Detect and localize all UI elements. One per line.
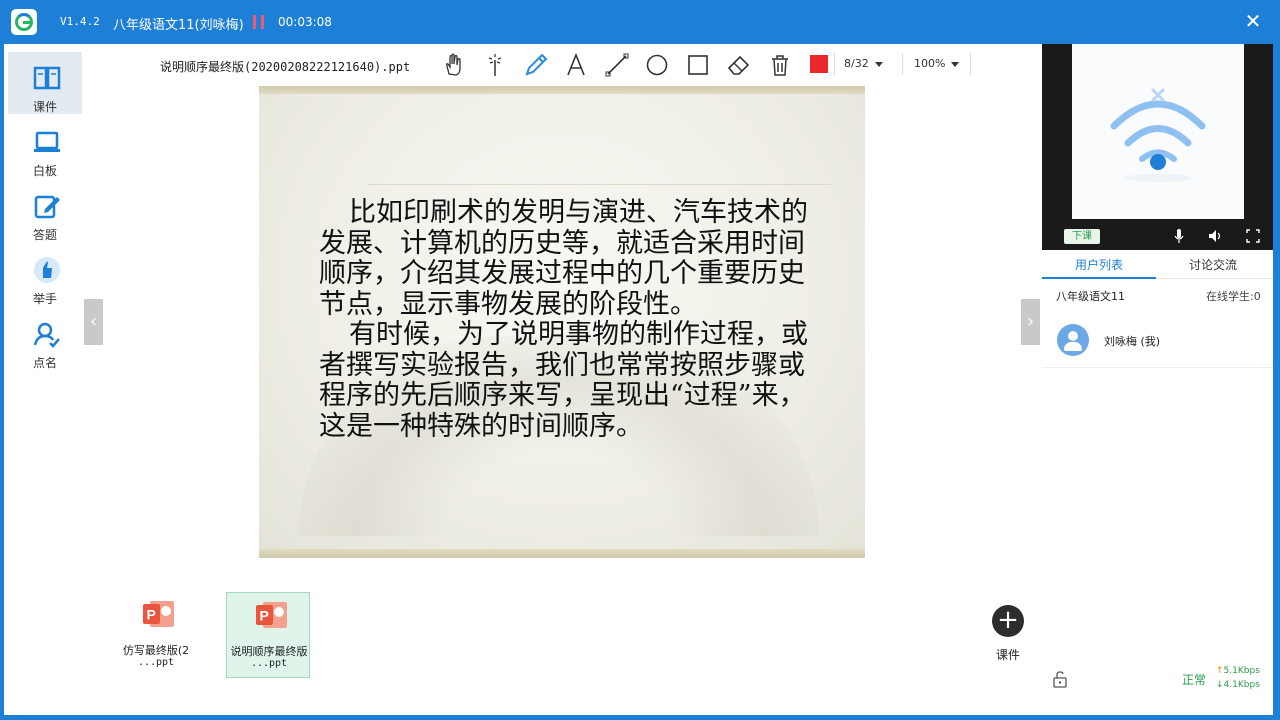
upload-speed: ↑5.1Kbps <box>1216 666 1260 676</box>
tab-user-list[interactable]: 用户列表 <box>1042 256 1156 278</box>
sidebar-item-raise-hand[interactable]: 举手 <box>8 244 82 306</box>
toolbar-divider <box>834 53 835 75</box>
slide-text: 比如印刷术的发明与演进、汽车技术的发展、计算机的历史等，就适合采用时间顺序，介绍… <box>319 197 819 442</box>
next-slide-button[interactable]: › <box>1021 299 1040 345</box>
line-icon[interactable] <box>604 52 630 78</box>
thumbnail-title: 说明顺序最终版 <box>230 645 308 658</box>
raise-hand-icon <box>34 257 60 283</box>
laptop-icon <box>34 131 60 152</box>
sidebar-item-label: 课件 <box>32 100 57 114</box>
page-indicator: 8/32 <box>844 57 869 70</box>
rectangle-icon[interactable] <box>685 52 711 78</box>
text-icon[interactable] <box>563 52 589 78</box>
sidebar-item-label: 举手 <box>32 292 57 306</box>
chevron-down-icon <box>951 61 960 67</box>
microphone-icon[interactable] <box>1172 228 1186 244</box>
courseware-thumbnail[interactable]: P 仿写最终版(2 ...ppt <box>114 592 198 678</box>
thumbnail-title: 仿写最终版(2 <box>122 644 190 657</box>
sidebar-item-label: 答题 <box>32 228 57 242</box>
download-arrow-icon: ↓ <box>1216 680 1224 690</box>
network-status: 正常 <box>1182 673 1207 687</box>
sidebar-item-quiz[interactable]: 答题 <box>8 180 82 242</box>
edit-icon <box>34 195 60 219</box>
toolbar-divider <box>902 53 903 75</box>
app-logo-icon <box>11 9 37 35</box>
plus-icon: + <box>997 605 1019 635</box>
trash-icon[interactable] <box>767 52 793 78</box>
sidebar-item-courseware[interactable]: 课件 <box>8 52 82 114</box>
user-name: 刘咏梅 (我) <box>1104 335 1161 348</box>
prev-slide-button[interactable]: ‹ <box>84 299 103 345</box>
sidebar-item-whiteboard[interactable]: 白板 <box>8 116 82 178</box>
sidebar-item-label: 点名 <box>32 356 57 370</box>
upload-speed-value: 5.1Kbps <box>1223 666 1260 676</box>
sidebar-item-roll-call[interactable]: 点名 <box>8 308 82 370</box>
pen-color-swatch[interactable] <box>810 55 828 73</box>
slide-paragraph: 比如印刷术的发明与演进、汽车技术的发展、计算机的历史等，就适合采用时间顺序，介绍… <box>319 197 808 320</box>
chevron-right-icon: › <box>1026 311 1035 332</box>
powerpoint-icon: P <box>143 601 174 627</box>
slide-paragraph: 有时候，为了说明事物的制作过程，或者撰写实验报告，我们也常常按照步骤或程序的先后… <box>319 319 808 442</box>
page-select[interactable]: 8/32 <box>844 57 883 70</box>
online-student-count: 在线学生:0 <box>1206 290 1261 303</box>
title-bar: V1.4.2 八年级语文11(刘咏梅) 00:03:08 ✕ <box>0 0 1280 44</box>
chevron-down-icon <box>874 61 883 67</box>
thumbnail-extension: ...ppt <box>250 658 288 669</box>
active-tab-indicator <box>1042 277 1156 279</box>
courseware-thumbnail[interactable]: P 说明顺序最终版 ...ppt <box>226 592 310 678</box>
chevron-left-icon: ‹ <box>89 311 98 332</box>
slide-rule <box>367 184 831 185</box>
sidebar-item-label: 白板 <box>32 164 57 178</box>
thumbnail-extension: ...ppt <box>137 657 175 668</box>
upload-arrow-icon: ↑ <box>1216 666 1224 676</box>
file-name: 说明顺序最终版(20200208222121640).ppt <box>160 60 411 74</box>
book-icon <box>33 66 61 90</box>
close-button[interactable]: ✕ <box>1240 8 1266 34</box>
left-sidebar: 课件 白板 答题 举手 点名 <box>4 44 84 715</box>
pen-icon[interactable] <box>523 52 549 78</box>
zoom-level: 100% <box>914 57 946 70</box>
main-area: 说明顺序最终版(20200208222121640).ppt 8/32 100% <box>84 44 1042 715</box>
toolbar-divider <box>970 53 971 75</box>
fullscreen-icon[interactable] <box>1246 228 1260 244</box>
no-signal-wifi-icon <box>1072 44 1244 219</box>
course-title: 八年级语文11(刘咏梅) <box>113 18 244 33</box>
add-courseware-button[interactable]: + <box>992 605 1024 637</box>
slide-top-band <box>259 86 865 94</box>
version-label: V1.4.2 <box>60 15 100 28</box>
end-class-button[interactable]: 下课 <box>1064 229 1100 244</box>
recording-pause-icon[interactable] <box>253 15 265 29</box>
svg-text:P: P <box>147 607 156 623</box>
class-timer: 00:03:08 <box>278 15 332 29</box>
right-panel: 用户列表 讨论交流 八年级语文11 在线学生:0 刘咏梅 (我) 正常 ↑5.1… <box>1042 250 1273 715</box>
unlock-icon[interactable] <box>1052 670 1068 688</box>
slide-bottom-band <box>259 549 865 558</box>
slide-canvas[interactable]: 比如印刷术的发明与演进、汽车技术的发展、计算机的历史等，就适合采用时间顺序，介绍… <box>259 86 865 558</box>
laser-pointer-icon[interactable] <box>482 52 508 78</box>
roll-call-icon <box>33 322 60 348</box>
download-speed-value: 4.1Kbps <box>1223 680 1260 690</box>
speaker-icon[interactable] <box>1208 228 1222 244</box>
powerpoint-icon: P <box>256 602 287 628</box>
class-name: 八年级语文11 <box>1056 290 1125 303</box>
eraser-icon[interactable] <box>726 52 752 78</box>
svg-text:P: P <box>260 608 269 624</box>
tab-discussion[interactable]: 讨论交流 <box>1156 256 1270 278</box>
circle-icon[interactable] <box>644 52 670 78</box>
hand-icon[interactable] <box>441 52 467 78</box>
download-speed: ↓4.1Kbps <box>1216 680 1260 690</box>
avatar <box>1057 324 1089 356</box>
zoom-select[interactable]: 100% <box>914 57 960 70</box>
user-list-item[interactable]: 刘咏梅 (我) <box>1042 318 1273 368</box>
video-panel: 下课 <box>1042 44 1273 250</box>
add-courseware-label: 课件 <box>996 648 1021 662</box>
